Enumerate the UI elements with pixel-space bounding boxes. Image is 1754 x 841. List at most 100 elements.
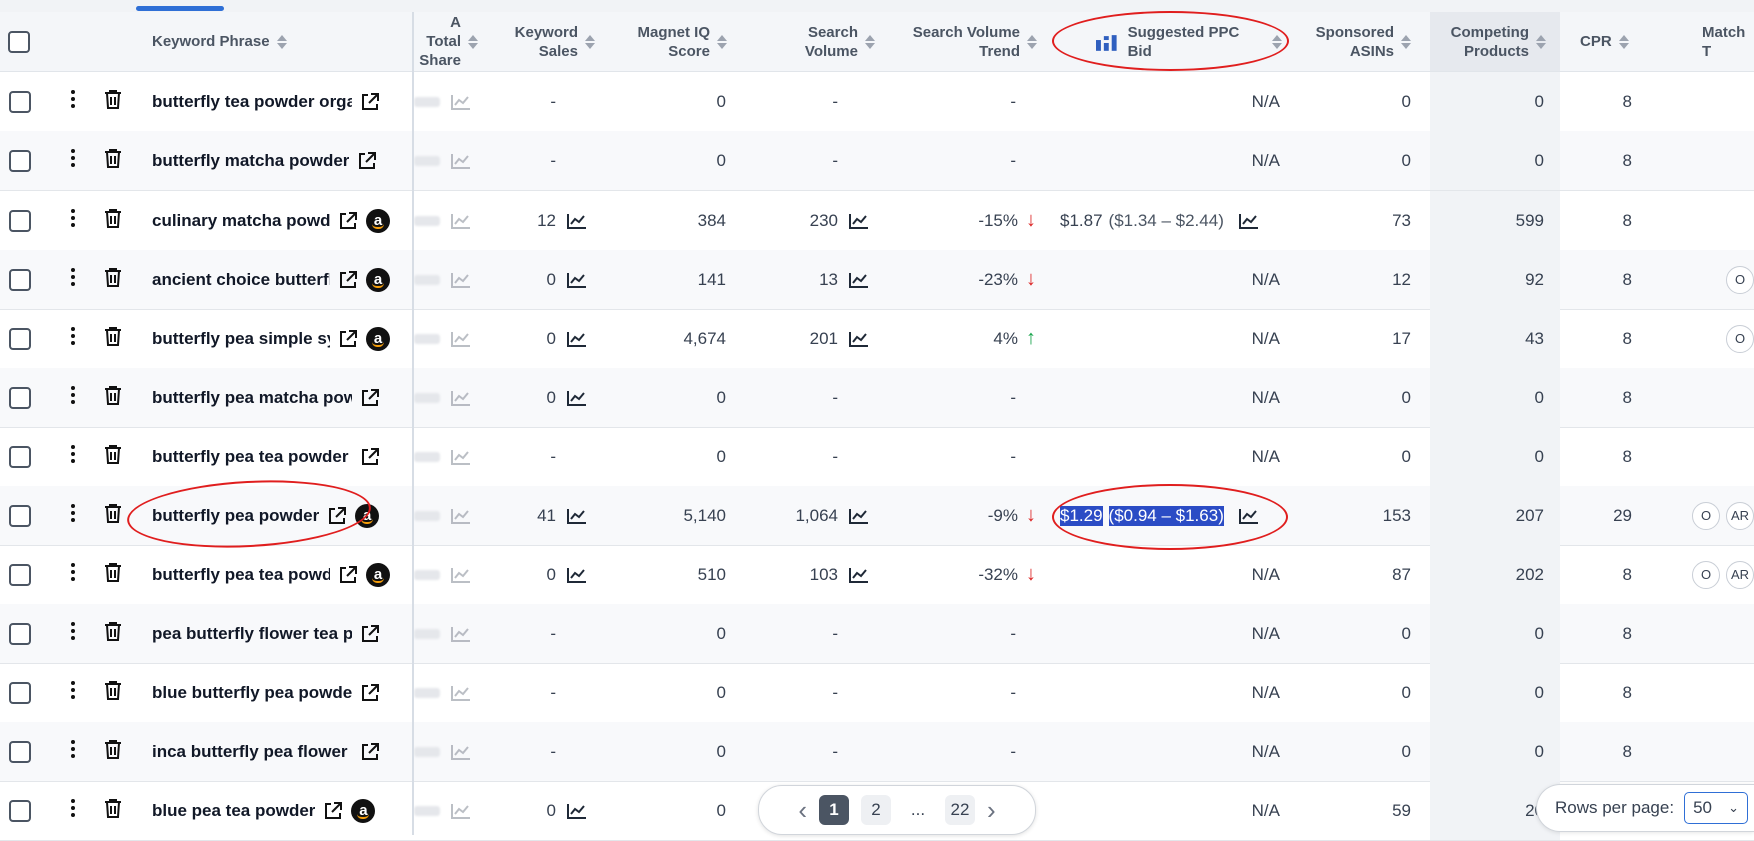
col-keyword-sales[interactable]: Keyword Sales: [480, 12, 595, 71]
col-ppc-bid[interactable]: Suggested PPC Bid: [1096, 12, 1282, 71]
more-vertical-icon[interactable]: [70, 326, 76, 351]
page-1-button[interactable]: 1: [819, 795, 849, 825]
keyword-text[interactable]: ancient choice butterfly: [152, 270, 330, 290]
next-page-icon[interactable]: ›: [987, 795, 996, 826]
row-checkbox[interactable]: [9, 149, 31, 172]
row-checkbox[interactable]: [9, 90, 31, 113]
more-vertical-icon[interactable]: [70, 503, 76, 528]
table-row[interactable]: blue butterfly pea powder - 0 - - N/A 0 0 8: [0, 663, 1754, 723]
external-link-icon[interactable]: [360, 388, 380, 408]
external-link-icon[interactable]: [327, 506, 347, 526]
col-total-share[interactable]: A Total Share: [412, 12, 478, 71]
row-checkbox[interactable]: [9, 740, 31, 763]
row-checkbox[interactable]: [9, 327, 31, 350]
row-checkbox[interactable]: [9, 209, 31, 232]
external-link-icon[interactable]: [360, 683, 380, 703]
keyword-text[interactable]: inca butterfly pea flower t: [152, 742, 352, 762]
amazon-icon[interactable]: a: [366, 208, 390, 233]
more-vertical-icon[interactable]: [70, 385, 76, 410]
more-vertical-icon[interactable]: [70, 89, 76, 114]
trend-chart-icon[interactable]: [450, 271, 472, 289]
trend-chart-icon[interactable]: [566, 389, 588, 407]
external-link-icon[interactable]: [360, 742, 380, 762]
col-magnet-iq[interactable]: Magnet IQ Score: [600, 12, 727, 71]
trend-chart-icon[interactable]: [848, 212, 870, 230]
trend-chart-icon[interactable]: [450, 93, 472, 111]
ppc-bid-value[interactable]: N/A: [1252, 270, 1280, 290]
ppc-bid-value[interactable]: N/A: [1252, 447, 1280, 467]
external-link-icon[interactable]: [338, 270, 358, 290]
trend-chart-icon[interactable]: [566, 212, 588, 230]
page-22-button[interactable]: 22: [945, 795, 975, 825]
more-vertical-icon[interactable]: [70, 562, 76, 587]
trash-icon[interactable]: [104, 148, 122, 173]
trend-chart-icon[interactable]: [1238, 507, 1260, 525]
trend-chart-icon[interactable]: [566, 271, 588, 289]
match-type-badge[interactable]: O: [1692, 560, 1720, 589]
ppc-bid-value[interactable]: N/A: [1252, 742, 1280, 762]
amazon-icon[interactable]: a: [366, 326, 390, 351]
trash-icon[interactable]: [104, 89, 122, 114]
ppc-bid-value[interactable]: N/A: [1252, 801, 1280, 821]
row-checkbox[interactable]: [9, 622, 31, 645]
match-type-badge[interactable]: O: [1692, 501, 1720, 530]
more-vertical-icon[interactable]: [70, 680, 76, 705]
trash-icon[interactable]: [104, 621, 122, 646]
ppc-bid-value[interactable]: N/A: [1252, 329, 1280, 349]
table-row[interactable]: butterfly tea powder orga - 0 - - N/A 0 0 8: [0, 72, 1754, 132]
ppc-bid-value[interactable]: N/A: [1252, 624, 1280, 644]
external-link-icon[interactable]: [338, 329, 358, 349]
trend-chart-icon[interactable]: [848, 271, 870, 289]
trend-chart-icon[interactable]: [566, 330, 588, 348]
amazon-icon[interactable]: a: [366, 562, 390, 587]
amazon-icon[interactable]: a: [355, 503, 380, 528]
trend-chart-icon[interactable]: [848, 566, 870, 584]
table-row[interactable]: butterfly matcha powder - 0 - - N/A 0 0 8: [0, 131, 1754, 191]
trash-icon[interactable]: [104, 444, 122, 469]
more-vertical-icon[interactable]: [70, 148, 76, 173]
table-row[interactable]: butterfly pea powder a 41 5,140 1,064 -9% ↓ $1.…: [0, 486, 1754, 546]
trash-icon[interactable]: [104, 562, 122, 587]
trend-chart-icon[interactable]: [450, 389, 472, 407]
keyword-text[interactable]: butterfly pea matcha pow: [152, 388, 352, 408]
keyword-text[interactable]: butterfly matcha powder: [152, 151, 349, 171]
col-cpr[interactable]: CPR: [1580, 12, 1640, 71]
row-checkbox[interactable]: [9, 445, 31, 468]
more-vertical-icon[interactable]: [70, 267, 76, 292]
keyword-text[interactable]: butterfly tea powder orga: [152, 92, 352, 112]
trend-chart-icon[interactable]: [450, 743, 472, 761]
col-search-volume[interactable]: Search Volume: [740, 12, 875, 71]
prev-page-icon[interactable]: ‹: [798, 795, 807, 826]
more-vertical-icon[interactable]: [70, 208, 76, 233]
trend-chart-icon[interactable]: [450, 684, 472, 702]
external-link-icon[interactable]: [338, 211, 358, 231]
trash-icon[interactable]: [104, 680, 122, 705]
trend-chart-icon[interactable]: [450, 802, 472, 820]
ppc-bid-value[interactable]: N/A: [1252, 683, 1280, 703]
row-checkbox[interactable]: [9, 268, 31, 291]
trend-chart-icon[interactable]: [450, 507, 472, 525]
external-link-icon[interactable]: [360, 92, 380, 112]
keyword-text[interactable]: culinary matcha powde: [152, 211, 330, 231]
keyword-text[interactable]: pea butterfly flower tea po: [152, 624, 352, 644]
row-checkbox[interactable]: [9, 681, 31, 704]
ppc-bid-value[interactable]: N/A: [1252, 565, 1280, 585]
row-checkbox[interactable]: [9, 504, 31, 527]
external-link-icon[interactable]: [360, 447, 380, 467]
trend-chart-icon[interactable]: [450, 566, 472, 584]
table-row[interactable]: ancient choice butterfly a 0 141 13 -23% ↓ N/A 1…: [0, 250, 1754, 310]
match-type-badge[interactable]: AR: [1726, 560, 1754, 589]
amazon-icon[interactable]: a: [351, 798, 376, 823]
trash-icon[interactable]: [104, 385, 122, 410]
match-type-badge[interactable]: AR: [1726, 501, 1754, 530]
table-row[interactable]: pea butterfly flower tea po - 0 - - N/A 0 0 8: [0, 604, 1754, 664]
keyword-text[interactable]: butterfly pea tea powd: [152, 565, 330, 585]
more-vertical-icon[interactable]: [70, 444, 76, 469]
row-checkbox[interactable]: [9, 799, 31, 822]
trend-chart-icon[interactable]: [450, 625, 472, 643]
row-checkbox[interactable]: [9, 386, 31, 409]
external-link-icon[interactable]: [323, 801, 343, 821]
select-all-checkbox[interactable]: [8, 30, 30, 53]
more-vertical-icon[interactable]: [70, 798, 76, 823]
trend-chart-icon[interactable]: [848, 507, 870, 525]
